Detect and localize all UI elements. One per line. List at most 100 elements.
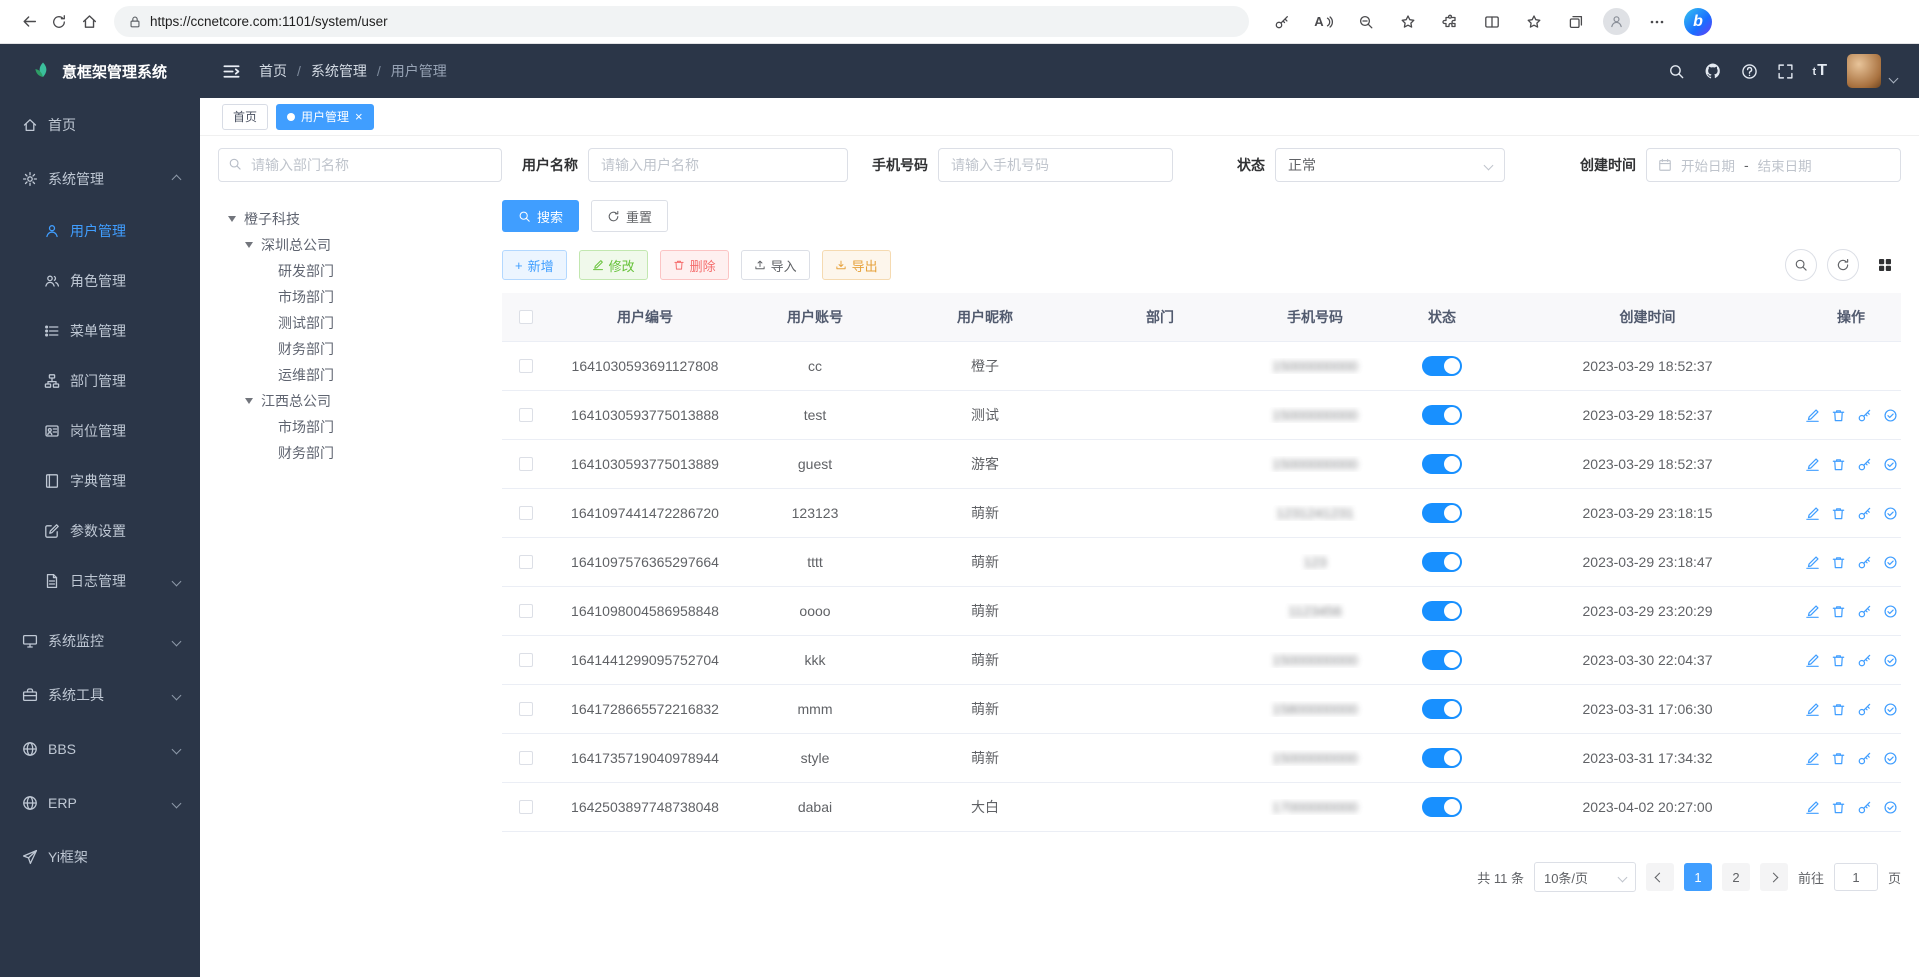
- edit-icon[interactable]: [1805, 555, 1820, 570]
- next-page-button[interactable]: [1760, 863, 1788, 891]
- browser-profile-avatar[interactable]: [1603, 8, 1630, 35]
- assign-role-icon[interactable]: [1883, 457, 1898, 472]
- github-icon[interactable]: [1704, 62, 1722, 80]
- sidebar-item-system-mgmt[interactable]: 系统管理: [0, 152, 200, 206]
- sidebar-item-yi-framework[interactable]: Yi框架: [0, 830, 200, 884]
- table-row[interactable]: 1641097576365297664 tttt 萌新 123 2023-03-…: [502, 538, 1901, 587]
- sidebar-item-system-monitor[interactable]: 系统监控: [0, 614, 200, 668]
- table-row[interactable]: 1641728665572216832 mmm 萌新 15800000000 2…: [502, 685, 1901, 734]
- header-search-icon[interactable]: [1668, 63, 1685, 80]
- extensions-icon[interactable]: [1435, 7, 1465, 37]
- dept-name-input[interactable]: [218, 148, 502, 182]
- page-button-2[interactable]: 2: [1722, 863, 1750, 891]
- sidebar-item-system-tools[interactable]: 系统工具: [0, 668, 200, 722]
- status-select[interactable]: 正常: [1275, 148, 1505, 182]
- delete-icon[interactable]: [1831, 702, 1846, 717]
- edit-button[interactable]: 修改: [579, 250, 648, 280]
- tree-caret-icon[interactable]: [228, 216, 244, 222]
- delete-icon[interactable]: [1831, 457, 1846, 472]
- sidebar-item-user-mgmt[interactable]: 用户管理: [0, 206, 200, 256]
- edit-icon[interactable]: [1805, 702, 1820, 717]
- row-checkbox[interactable]: [519, 702, 533, 716]
- delete-icon[interactable]: [1831, 604, 1846, 619]
- status-toggle-on[interactable]: [1422, 503, 1462, 523]
- status-toggle-on[interactable]: [1422, 356, 1462, 376]
- assign-role-icon[interactable]: [1883, 555, 1898, 570]
- app-logo[interactable]: 意框架管理系统: [0, 44, 200, 98]
- edit-icon[interactable]: [1805, 457, 1820, 472]
- status-toggle-on[interactable]: [1422, 601, 1462, 621]
- reset-password-icon[interactable]: [1857, 604, 1872, 619]
- tree-node[interactable]: 测试部门: [218, 310, 502, 336]
- sidebar-item-log-mgmt[interactable]: 日志管理: [0, 556, 200, 606]
- status-toggle-on[interactable]: [1422, 699, 1462, 719]
- assign-role-icon[interactable]: [1883, 506, 1898, 521]
- zoom-icon[interactable]: [1351, 7, 1381, 37]
- sidebar-item-bbs[interactable]: BBS: [0, 722, 200, 776]
- sidebar-toggle-icon[interactable]: [222, 62, 241, 81]
- tab-home[interactable]: 首页: [222, 104, 268, 130]
- favorites-add-icon[interactable]: [1393, 7, 1423, 37]
- assign-role-icon[interactable]: [1883, 408, 1898, 423]
- back-icon[interactable]: [14, 7, 44, 37]
- favorites-icon[interactable]: [1519, 7, 1549, 37]
- delete-button[interactable]: 删除: [660, 250, 729, 280]
- row-checkbox[interactable]: [519, 800, 533, 814]
- table-row[interactable]: 1641441299095752704 kkk 萌新 15000000000 2…: [502, 636, 1901, 685]
- sidebar-item-role-mgmt[interactable]: 角色管理: [0, 256, 200, 306]
- font-size-icon[interactable]: tT: [1813, 62, 1828, 80]
- tree-node[interactable]: 研发部门: [218, 258, 502, 284]
- table-row[interactable]: 1642503897748738048 dabai 大白 17000000000…: [502, 783, 1901, 832]
- row-checkbox[interactable]: [519, 653, 533, 667]
- tree-caret-icon[interactable]: [245, 242, 261, 248]
- reset-password-icon[interactable]: [1857, 457, 1872, 472]
- table-row[interactable]: 1641097441472286720 123123 萌新 1231241231…: [502, 489, 1901, 538]
- row-checkbox[interactable]: [519, 359, 533, 373]
- sidebar-item-post-mgmt[interactable]: 岗位管理: [0, 406, 200, 456]
- tree-node[interactable]: 市场部门: [218, 284, 502, 310]
- more-options-icon[interactable]: [1642, 7, 1672, 37]
- tree-node[interactable]: 市场部门: [218, 414, 502, 440]
- sidebar-item-param-settings[interactable]: 参数设置: [0, 506, 200, 556]
- reset-password-icon[interactable]: [1857, 408, 1872, 423]
- row-checkbox[interactable]: [519, 751, 533, 765]
- status-toggle-on[interactable]: [1422, 650, 1462, 670]
- assign-role-icon[interactable]: [1883, 800, 1898, 815]
- split-screen-icon[interactable]: [1477, 7, 1507, 37]
- row-checkbox[interactable]: [519, 555, 533, 569]
- sidebar-item-home[interactable]: 首页: [0, 98, 200, 152]
- table-row[interactable]: 1641098004586958848 oooo 萌新 1123456 2023…: [502, 587, 1901, 636]
- tab-user-mgmt[interactable]: 用户管理 ×: [276, 104, 374, 130]
- reset-password-icon[interactable]: [1857, 751, 1872, 766]
- prev-page-button[interactable]: [1646, 863, 1674, 891]
- tree-node[interactable]: 财务部门: [218, 336, 502, 362]
- delete-icon[interactable]: [1831, 653, 1846, 668]
- add-button[interactable]: +新增: [502, 250, 567, 280]
- page-size-select[interactable]: 10条/页: [1534, 862, 1636, 892]
- row-checkbox[interactable]: [519, 506, 533, 520]
- edit-icon[interactable]: [1805, 800, 1820, 815]
- status-toggle-on[interactable]: [1422, 552, 1462, 572]
- breadcrumb-system[interactable]: 系统管理: [311, 61, 367, 81]
- tab-close-icon[interactable]: ×: [355, 110, 363, 123]
- status-toggle-on[interactable]: [1422, 748, 1462, 768]
- home-icon[interactable]: [74, 7, 104, 37]
- read-aloud-icon[interactable]: A: [1309, 7, 1339, 37]
- delete-icon[interactable]: [1831, 555, 1846, 570]
- refresh-table-button[interactable]: [1827, 249, 1859, 281]
- user-avatar[interactable]: [1847, 54, 1881, 88]
- collections-icon[interactable]: [1561, 7, 1591, 37]
- edit-icon[interactable]: [1805, 408, 1820, 423]
- reset-password-icon[interactable]: [1857, 555, 1872, 570]
- row-checkbox[interactable]: [519, 408, 533, 422]
- column-settings-button[interactable]: [1869, 249, 1901, 281]
- sidebar-item-dept-mgmt[interactable]: 部门管理: [0, 356, 200, 406]
- export-button[interactable]: 导出: [822, 250, 891, 280]
- search-button[interactable]: 搜索: [502, 200, 579, 232]
- avatar-caret-icon[interactable]: [1889, 74, 1899, 84]
- assign-role-icon[interactable]: [1883, 604, 1898, 619]
- row-checkbox[interactable]: [519, 604, 533, 618]
- tree-node[interactable]: 深圳总公司: [218, 232, 502, 258]
- sidebar-item-dict-mgmt[interactable]: 字典管理: [0, 456, 200, 506]
- date-range-picker[interactable]: 开始日期 - 结束日期: [1646, 148, 1901, 182]
